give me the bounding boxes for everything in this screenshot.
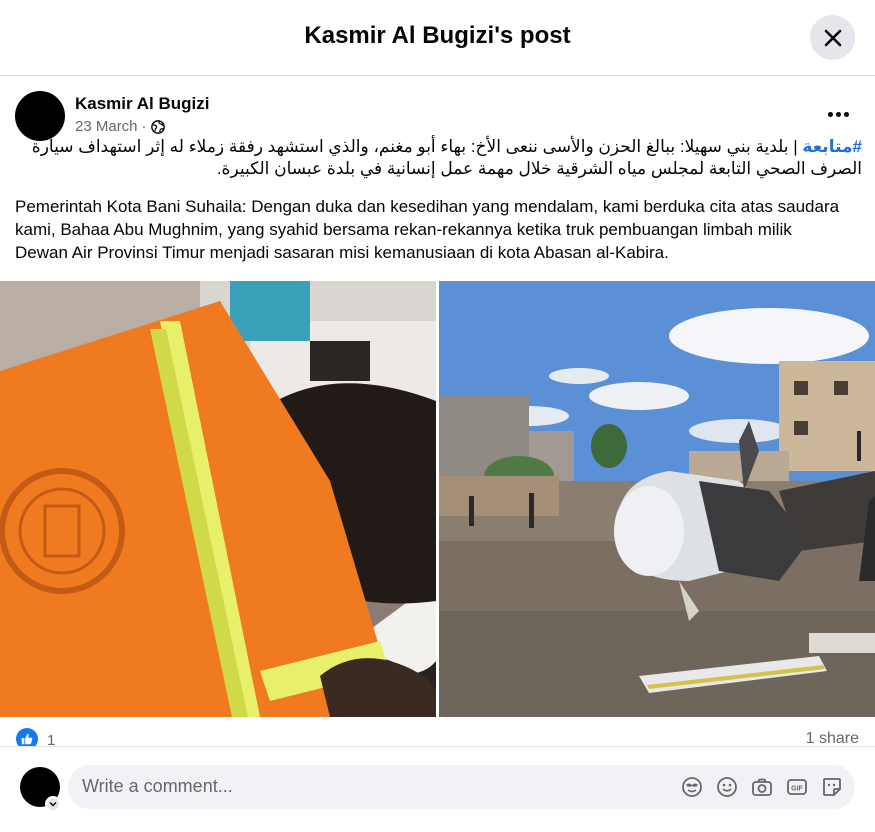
post-date[interactable]: 23 March [75, 118, 138, 135]
post-meta: 23 March · [75, 118, 165, 135]
author-avatar[interactable] [15, 91, 65, 141]
thumbs-up-icon [21, 733, 33, 745]
comment-placeholder[interactable]: Write a comment... [82, 776, 233, 797]
svg-text:GIF: GIF [791, 786, 803, 793]
avatar-sticker-icon[interactable] [680, 775, 704, 799]
sticker-icon[interactable] [820, 775, 844, 799]
more-options-button[interactable] [820, 100, 856, 128]
comment-bar: Write a comment... GIF [0, 746, 875, 832]
close-icon [824, 29, 841, 46]
dialog-title: Kasmir Al Bugizi's post [304, 22, 571, 49]
photo-right[interactable] [439, 281, 875, 717]
camera-icon[interactable] [750, 775, 774, 799]
more-dot [835, 111, 841, 117]
post-text-arabic: #متابعة | بلدية بني سهيلا: ببالغ الحزن و… [14, 136, 862, 180]
arabic-body: | بلدية بني سهيلا: ببالغ الحزن والأسى نن… [31, 137, 862, 178]
photo-left[interactable] [0, 281, 436, 717]
emoji-icon[interactable] [715, 775, 739, 799]
more-dot [827, 111, 833, 117]
chevron-down-icon[interactable] [45, 796, 61, 812]
dialog-header: Kasmir Al Bugizi's post [0, 0, 875, 76]
meta-separator: · [141, 118, 147, 135]
post-photos [0, 281, 875, 717]
comment-actions: GIF [680, 775, 844, 799]
hashtag-link[interactable]: #متابعة [802, 137, 862, 156]
globe-icon [150, 119, 165, 134]
post-text-indonesian: Pemerintah Kota Bani Suhaila: Dengan duk… [15, 197, 840, 262]
more-dot [843, 111, 849, 117]
photo-right-illustration [439, 281, 875, 717]
photo-left-illustration [0, 281, 436, 717]
gif-icon[interactable]: GIF [785, 775, 809, 799]
close-button[interactable] [810, 15, 855, 60]
author-name[interactable]: Kasmir Al Bugizi [75, 94, 209, 114]
